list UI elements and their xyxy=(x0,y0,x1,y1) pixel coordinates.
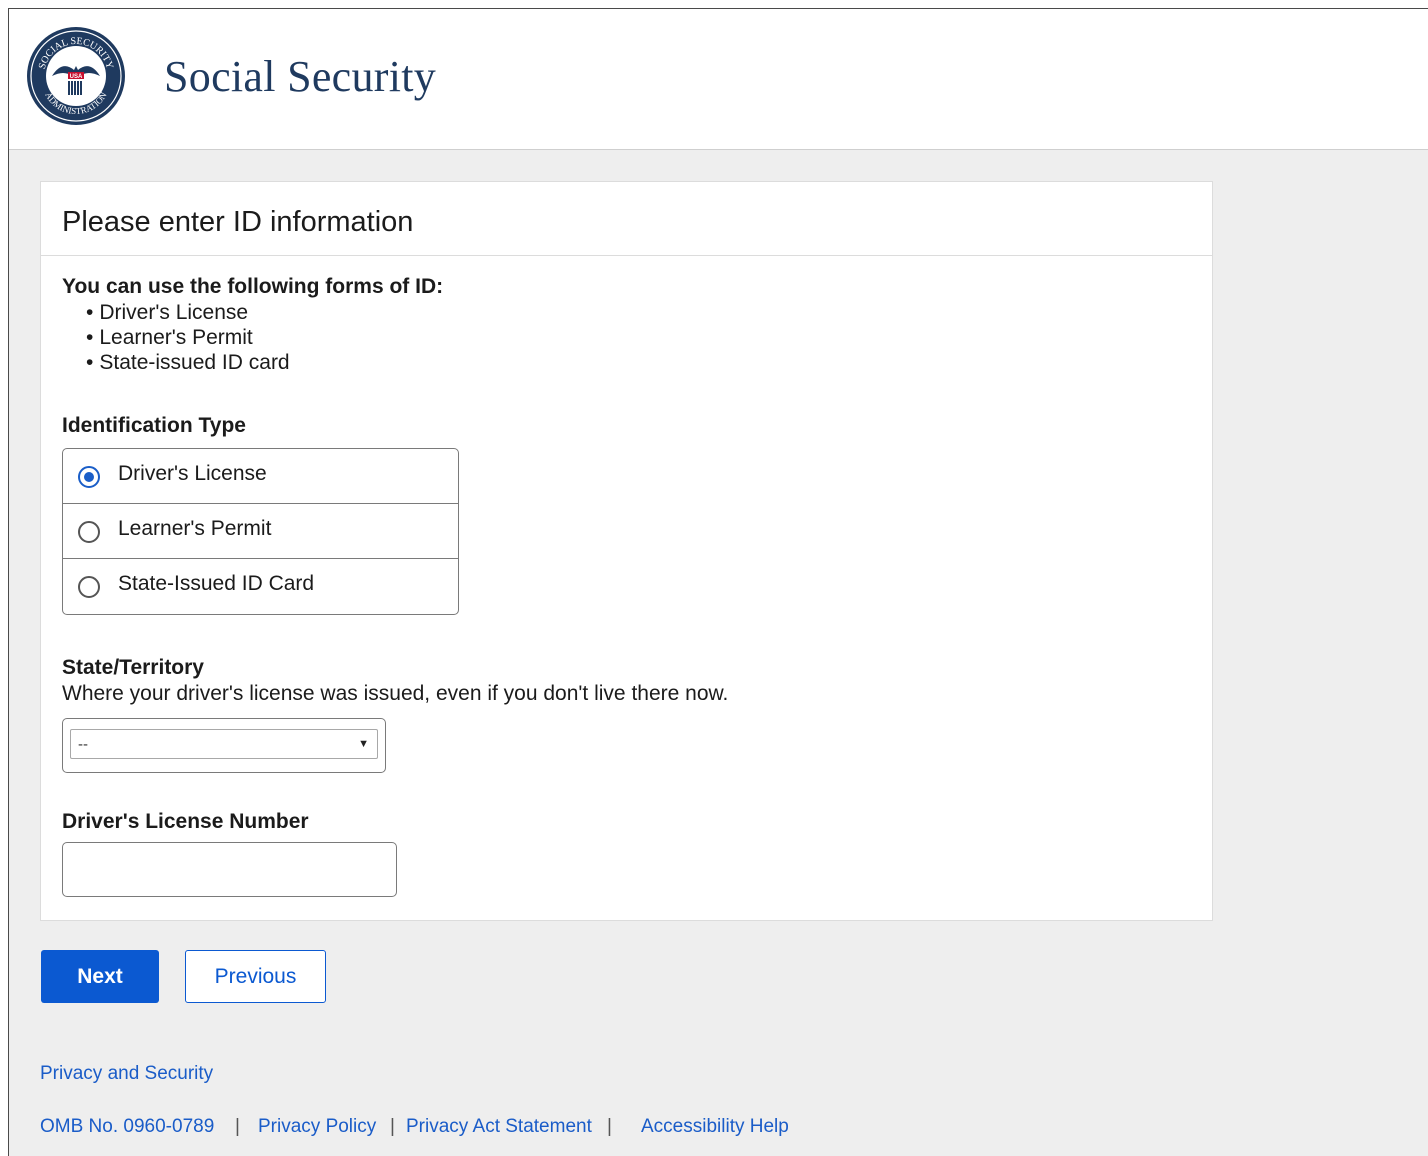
state-hint: Where your driver's license was issued, … xyxy=(62,682,729,705)
state-select-value: -- xyxy=(78,736,88,753)
next-button[interactable]: Next xyxy=(41,950,159,1003)
footer-separator: | xyxy=(235,1116,240,1137)
license-number-input[interactable] xyxy=(62,842,397,897)
radio-checked-icon[interactable] xyxy=(78,466,100,488)
radio-option-state-id-card[interactable]: State-Issued ID Card xyxy=(63,559,458,614)
list-item: Learner's Permit xyxy=(86,325,290,350)
radio-label: State-Issued ID Card xyxy=(118,572,315,595)
license-number-label: Driver's License Number xyxy=(62,810,309,833)
list-item: Driver's License xyxy=(86,300,290,325)
seal-badge: USA xyxy=(70,74,83,80)
list-item: State-issued ID card xyxy=(86,350,289,375)
privacy-act-link[interactable]: Privacy Act Statement xyxy=(406,1116,592,1138)
state-select-container: -- ▼ xyxy=(62,718,386,773)
id-form-card: Please enter ID information You can use … xyxy=(40,181,1213,921)
radio-unchecked-icon[interactable] xyxy=(78,521,100,543)
id-type-label: Identification Type xyxy=(62,414,246,437)
card-heading: Please enter ID information xyxy=(41,182,1212,256)
dropdown-arrow-icon: ▼ xyxy=(358,738,369,750)
site-title: Social Security xyxy=(164,52,437,101)
radio-label: Learner's Permit xyxy=(118,517,272,540)
state-label: State/Territory xyxy=(62,656,204,679)
browser-viewport: SOCIAL SECURITY ADMINISTRATION USA Socia… xyxy=(8,8,1428,1156)
state-select[interactable]: -- ▼ xyxy=(70,729,378,759)
radio-unchecked-icon[interactable] xyxy=(78,576,100,598)
radio-label: Driver's License xyxy=(118,462,267,485)
privacy-security-link[interactable]: Privacy and Security xyxy=(40,1063,213,1085)
id-forms-intro: You can use the following forms of ID: xyxy=(62,275,444,298)
footer-separator: | xyxy=(390,1116,395,1137)
radio-option-drivers-license[interactable]: Driver's License xyxy=(63,449,458,504)
radio-option-learners-permit[interactable]: Learner's Permit xyxy=(63,504,458,559)
privacy-policy-link[interactable]: Privacy Policy xyxy=(258,1116,376,1138)
footer-separator: | xyxy=(607,1116,612,1137)
ssa-seal-logo: SOCIAL SECURITY ADMINISTRATION USA xyxy=(27,27,125,125)
id-forms-list: Driver's License Learner's Permit State-… xyxy=(86,300,290,375)
omb-number: OMB No. 0960-0789 xyxy=(40,1116,215,1137)
accessibility-help-link[interactable]: Accessibility Help xyxy=(641,1116,789,1138)
site-header: SOCIAL SECURITY ADMINISTRATION USA Socia… xyxy=(9,9,1428,150)
previous-button[interactable]: Previous xyxy=(185,950,326,1003)
id-type-radio-group: Driver's License Learner's Permit State-… xyxy=(62,448,459,615)
